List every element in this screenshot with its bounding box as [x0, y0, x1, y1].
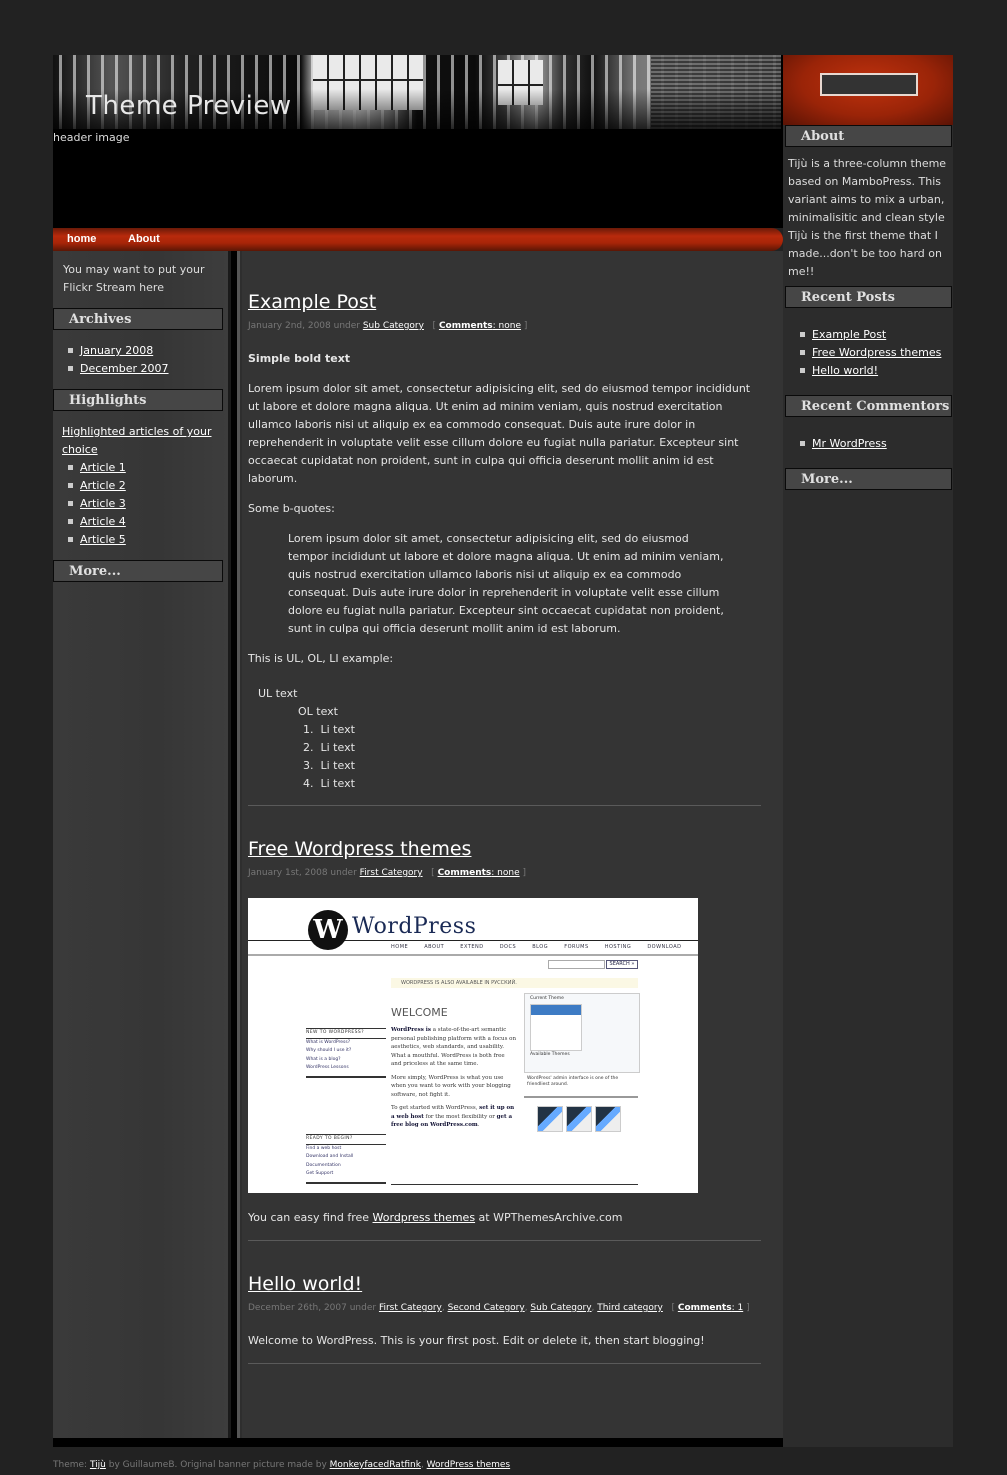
ul-text: UL text — [258, 687, 298, 700]
wordpress-logo-text: WordPress — [352, 914, 477, 939]
article-link[interactable]: Article 2 — [80, 479, 126, 492]
left-more-title[interactable]: More... — [53, 560, 223, 582]
post-title[interactable]: Hello world! — [248, 1273, 362, 1295]
list-item: 3. Li text — [303, 759, 355, 772]
post-paragraph: Lorem ipsum dolor sit amet, consectetur … — [248, 382, 751, 485]
recent-commentors-title: Recent Commentors — [785, 395, 952, 417]
list-item: Article 1 — [53, 459, 126, 477]
recent-post-link[interactable]: Example Post — [812, 328, 886, 341]
category-link[interactable]: First Category — [360, 868, 423, 878]
article-link[interactable]: Article 4 — [80, 515, 126, 528]
bold-text: Simple bold text — [248, 352, 351, 365]
list-item: Article 2 — [53, 477, 126, 495]
list-item: 1. Li text — [303, 723, 355, 736]
wordpress-themes-link[interactable]: Wordpress themes — [373, 1211, 476, 1224]
recent-commentors-list: Mr WordPress — [785, 435, 887, 453]
list-item: Example Post — [785, 326, 941, 344]
list-item: Article 3 — [53, 495, 126, 513]
column-divider — [228, 251, 242, 1438]
main-content: Example Post January 2nd, 2008 under Sub… — [242, 251, 783, 1438]
wordpress-themes-footer-link[interactable]: WordPress themes — [427, 1460, 510, 1470]
category-link[interactable]: First Category — [379, 1303, 442, 1313]
highlights-intro-link[interactable]: Highlighted articles of your choice — [62, 425, 211, 456]
about-title: About — [785, 125, 952, 147]
author-link[interactable]: MonkeyfacedRatfink — [330, 1460, 421, 1470]
list-item: Mr WordPress — [785, 435, 887, 453]
category-link[interactable]: Sub Category — [363, 321, 424, 331]
recent-post-link[interactable]: Hello world! — [812, 364, 878, 377]
bottom-bar — [53, 1438, 783, 1447]
theme-link[interactable]: Tijù — [90, 1460, 106, 1470]
post-paragraph: Welcome to WordPress. This is your first… — [248, 1334, 705, 1347]
post-meta: January 2nd, 2008 under Sub Category [ C… — [248, 321, 528, 331]
wp-nav: HOME ABOUT EXTEND DOCS BLOG FORUMS HOSTI… — [391, 944, 682, 950]
blockquote: Lorem ipsum dolor sit amet, consectetur … — [288, 532, 724, 635]
post-divider — [248, 805, 761, 806]
post-divider — [248, 1363, 761, 1364]
category-link[interactable]: Third category — [597, 1303, 663, 1313]
site-description: header image — [53, 131, 130, 144]
post-divider — [248, 1240, 761, 1241]
list-item: January 2008 — [53, 342, 169, 360]
left-sidebar: You may want to put your Flickr Stream h… — [53, 251, 242, 1438]
wordpress-logo-icon: W — [308, 910, 348, 950]
right-sidebar: About Tijù is a three-column theme based… — [783, 55, 953, 1447]
list-item: 2. Li text — [303, 741, 355, 754]
comments-link[interactable]: Comments: none — [438, 868, 520, 878]
highlights-title: Highlights — [53, 389, 223, 411]
post-meta: December 26th, 2007 under First Category… — [248, 1303, 750, 1313]
post-meta: January 1st, 2008 under First Category [… — [248, 868, 527, 878]
comments-link[interactable]: Comments: 1 — [678, 1303, 743, 1313]
comments-link[interactable]: Comments: none — [439, 321, 521, 331]
commentor-link[interactable]: Mr WordPress — [812, 437, 887, 450]
recent-post-link[interactable]: Free Wordpress themes — [812, 346, 941, 359]
post-date: January 1st, 2008 under — [248, 868, 357, 878]
category-link[interactable]: Sub Category — [530, 1303, 591, 1313]
recent-posts-list: Example Post Free Wordpress themes Hello… — [785, 326, 941, 380]
post-paragraph: You can easy find free Wordpress themes … — [248, 1211, 623, 1224]
page: Theme Preview header image home About Yo… — [53, 55, 953, 1447]
flickr-placeholder-text: You may want to put your Flickr Stream h… — [63, 263, 205, 294]
bquote-intro: Some b-quotes: — [248, 502, 335, 515]
list-item: 4. Li text — [303, 777, 355, 790]
search-area — [783, 55, 953, 125]
archive-link[interactable]: January 2008 — [80, 344, 153, 357]
wordpress-screenshot-image: W WordPress HOME ABOUT EXTEND DOCS BLOG … — [248, 898, 698, 1193]
post-date: December 26th, 2007 under — [248, 1303, 377, 1313]
list-item: Hello world! — [785, 362, 941, 380]
list-item: December 2007 — [53, 360, 169, 378]
footer: Theme: Tijù by GuillaumeB. Original bann… — [53, 1460, 511, 1470]
article-link[interactable]: Article 5 — [80, 533, 126, 546]
search-input[interactable] — [820, 73, 918, 96]
archives-title: Archives — [53, 308, 223, 330]
ol-text: OL text — [298, 705, 338, 718]
site-title[interactable]: Theme Preview — [86, 91, 292, 121]
header: Theme Preview header image — [53, 55, 783, 228]
article-link[interactable]: Article 1 — [80, 461, 126, 474]
about-text: Tijù is a three-column theme based on Ma… — [788, 157, 947, 278]
list-item: Article 4 — [53, 513, 126, 531]
list-item: Article 5 — [53, 531, 126, 549]
list-intro: This is UL, OL, LI example: — [248, 652, 394, 665]
category-link[interactable]: Second Category — [448, 1303, 525, 1313]
archive-link[interactable]: December 2007 — [80, 362, 169, 375]
nav-about[interactable]: About — [128, 233, 160, 245]
list-item: Free Wordpress themes — [785, 344, 941, 362]
archives-list: January 2008 December 2007 — [53, 342, 169, 378]
ordered-list: 1. Li text 2. Li text 3. Li text 4. Li t… — [303, 721, 816, 793]
main-nav: home About — [53, 228, 783, 251]
highlights-list: Article 1 Article 2 Article 3 Article 4 … — [53, 459, 126, 549]
nav-home[interactable]: home — [67, 233, 96, 245]
right-more-title[interactable]: More... — [785, 468, 952, 490]
post-title[interactable]: Free Wordpress themes — [248, 838, 471, 860]
article-link[interactable]: Article 3 — [80, 497, 126, 510]
post-title[interactable]: Example Post — [248, 291, 376, 313]
recent-posts-title: Recent Posts — [785, 286, 952, 308]
post-date: January 2nd, 2008 under — [248, 321, 360, 331]
